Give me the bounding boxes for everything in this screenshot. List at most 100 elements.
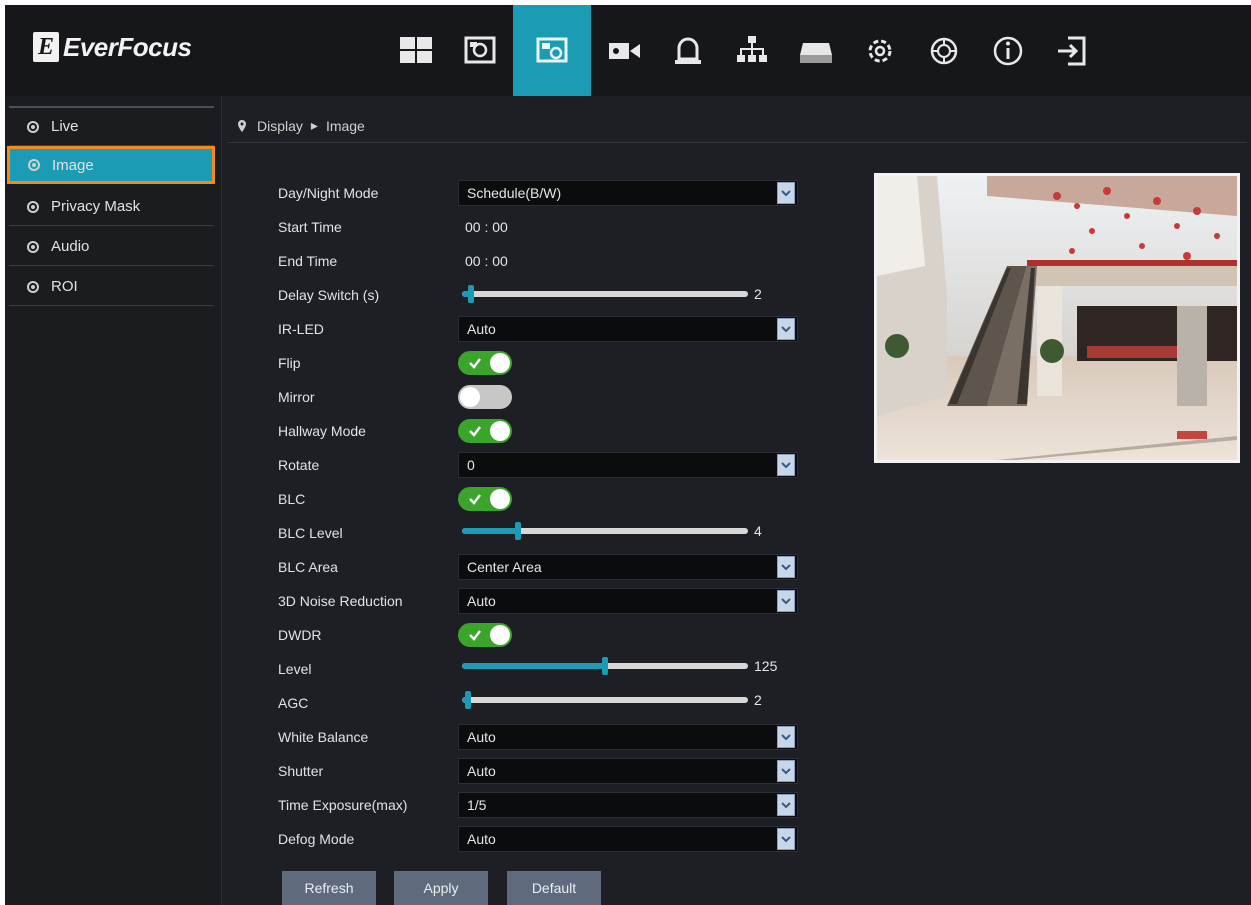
toggle-knob: [490, 489, 510, 509]
day-night-mode-label: Day/Night Mode: [278, 185, 379, 201]
breadcrumb-separator: ▸: [310, 117, 318, 133]
logo-mark: E: [33, 32, 59, 62]
sidebar-item-label: Image: [52, 156, 94, 174]
agc-value: 2: [754, 692, 762, 708]
nav-alarm[interactable]: [657, 5, 719, 96]
chevron-down-icon: [777, 726, 795, 748]
display-icon: [464, 36, 496, 63]
blc-toggle[interactable]: [458, 487, 512, 511]
nav-image-settings[interactable]: [513, 5, 591, 96]
camera-preview: [874, 173, 1240, 463]
toggle-knob: [490, 625, 510, 645]
slider-fill: [462, 528, 518, 534]
slider-thumb[interactable]: [465, 691, 471, 709]
radio-dot-icon: [27, 200, 39, 213]
refresh-button[interactable]: Refresh: [282, 871, 376, 905]
row-rotate: Rotate: [278, 451, 461, 479]
defog-mode-select[interactable]: Auto: [458, 826, 798, 852]
main-nav: [385, 5, 1105, 96]
white-balance-value: Auto: [467, 729, 496, 745]
blc-level-value: 4: [754, 523, 762, 539]
storage-icon: [800, 42, 832, 63]
nav-network[interactable]: [721, 5, 783, 96]
blc-area-value: Center Area: [467, 559, 542, 575]
network-icon: [737, 35, 767, 62]
default-button[interactable]: Default: [507, 871, 601, 905]
nav-system[interactable]: [913, 5, 975, 96]
sidebar-item-live[interactable]: Live: [9, 108, 214, 146]
sidebar-item-roi[interactable]: ROI: [9, 268, 214, 306]
info-icon: [993, 36, 1023, 65]
sidebar-item-privacy-mask[interactable]: Privacy Mask: [9, 188, 214, 226]
defog-mode-value: Auto: [467, 831, 496, 847]
slider-thumb[interactable]: [602, 657, 608, 675]
chevron-down-icon: [777, 182, 795, 204]
row-shutter: Shutter: [278, 757, 461, 785]
blc-area-select[interactable]: Center Area: [458, 554, 798, 580]
logo-text: EverFocus: [63, 31, 192, 62]
gear-icon: [868, 39, 892, 62]
row-mirror: Mirror: [278, 383, 461, 411]
sidebar-item-label: Privacy Mask: [51, 198, 141, 215]
blc-label: BLC: [278, 491, 306, 507]
row-level: Level: [278, 655, 461, 683]
nav-multi-view[interactable]: [385, 5, 447, 96]
flip-toggle[interactable]: [458, 351, 512, 375]
location-pin-icon: [238, 119, 246, 132]
nav-info[interactable]: [977, 5, 1039, 96]
dwdr-toggle[interactable]: [458, 623, 512, 647]
breadcrumb: Display ▸ Image: [227, 109, 1247, 143]
nav-display[interactable]: [449, 5, 511, 96]
sidebar-item-image[interactable]: Image: [7, 146, 215, 184]
noise-reduction-select[interactable]: Auto: [458, 588, 798, 614]
row-flip: Flip: [278, 349, 461, 377]
defog-mode-label: Defog Mode: [278, 831, 355, 847]
nav-camera[interactable]: [593, 5, 655, 96]
row-hallway-mode: Hallway Mode: [278, 417, 461, 445]
everfocus-logo: E EverFocus: [33, 29, 192, 65]
delay-switch-slider[interactable]: [462, 285, 748, 303]
camera-icon: [609, 42, 640, 59]
time-exposure-label: Time Exposure(max): [278, 797, 408, 813]
agc-slider[interactable]: [462, 691, 748, 709]
ir-led-label: IR-LED: [278, 321, 324, 337]
row-start-time: Start Time: [278, 213, 461, 241]
rotate-value: 0: [467, 457, 475, 473]
system-wheel-icon: [930, 37, 958, 64]
blc-level-slider[interactable]: [462, 522, 748, 540]
day-night-mode-select[interactable]: Schedule(B/W): [458, 180, 798, 206]
shutter-select[interactable]: Auto: [458, 758, 798, 784]
ir-led-select[interactable]: Auto: [458, 316, 798, 342]
level-slider[interactable]: [462, 657, 748, 675]
white-balance-label: White Balance: [278, 729, 369, 745]
ir-led-value: Auto: [467, 321, 496, 337]
radio-dot-icon: [27, 280, 39, 293]
nav-logout[interactable]: [1041, 5, 1103, 96]
nav-storage[interactable]: [785, 5, 847, 96]
row-white-balance: White Balance: [278, 723, 461, 751]
start-time-value[interactable]: 00 : 00: [465, 219, 508, 235]
mirror-toggle[interactable]: [458, 385, 512, 409]
check-icon: [469, 630, 481, 641]
chevron-down-icon: [777, 454, 795, 476]
sidebar-item-audio[interactable]: Audio: [9, 228, 214, 266]
multi-view-icon: [400, 36, 432, 63]
nav-settings[interactable]: [849, 5, 911, 96]
end-time-value[interactable]: 00 : 00: [465, 253, 508, 269]
breadcrumb-root[interactable]: Display: [257, 118, 303, 134]
chevron-down-icon: [777, 556, 795, 578]
row-blc-level: BLC Level: [278, 519, 461, 547]
radio-dot-icon: [27, 120, 39, 133]
slider-thumb[interactable]: [515, 522, 521, 540]
white-balance-select[interactable]: Auto: [458, 724, 798, 750]
check-icon: [469, 494, 481, 505]
noise-reduction-value: Auto: [467, 593, 496, 609]
hallway-mode-toggle[interactable]: [458, 419, 512, 443]
flip-label: Flip: [278, 355, 301, 371]
rotate-select[interactable]: 0: [458, 452, 798, 478]
apply-button[interactable]: Apply: [394, 871, 488, 905]
slider-thumb[interactable]: [468, 285, 474, 303]
sidebar: Live Image Privacy Mask Audio ROI: [5, 96, 222, 905]
time-exposure-select[interactable]: 1/5: [458, 792, 798, 818]
dwdr-label: DWDR: [278, 627, 322, 643]
